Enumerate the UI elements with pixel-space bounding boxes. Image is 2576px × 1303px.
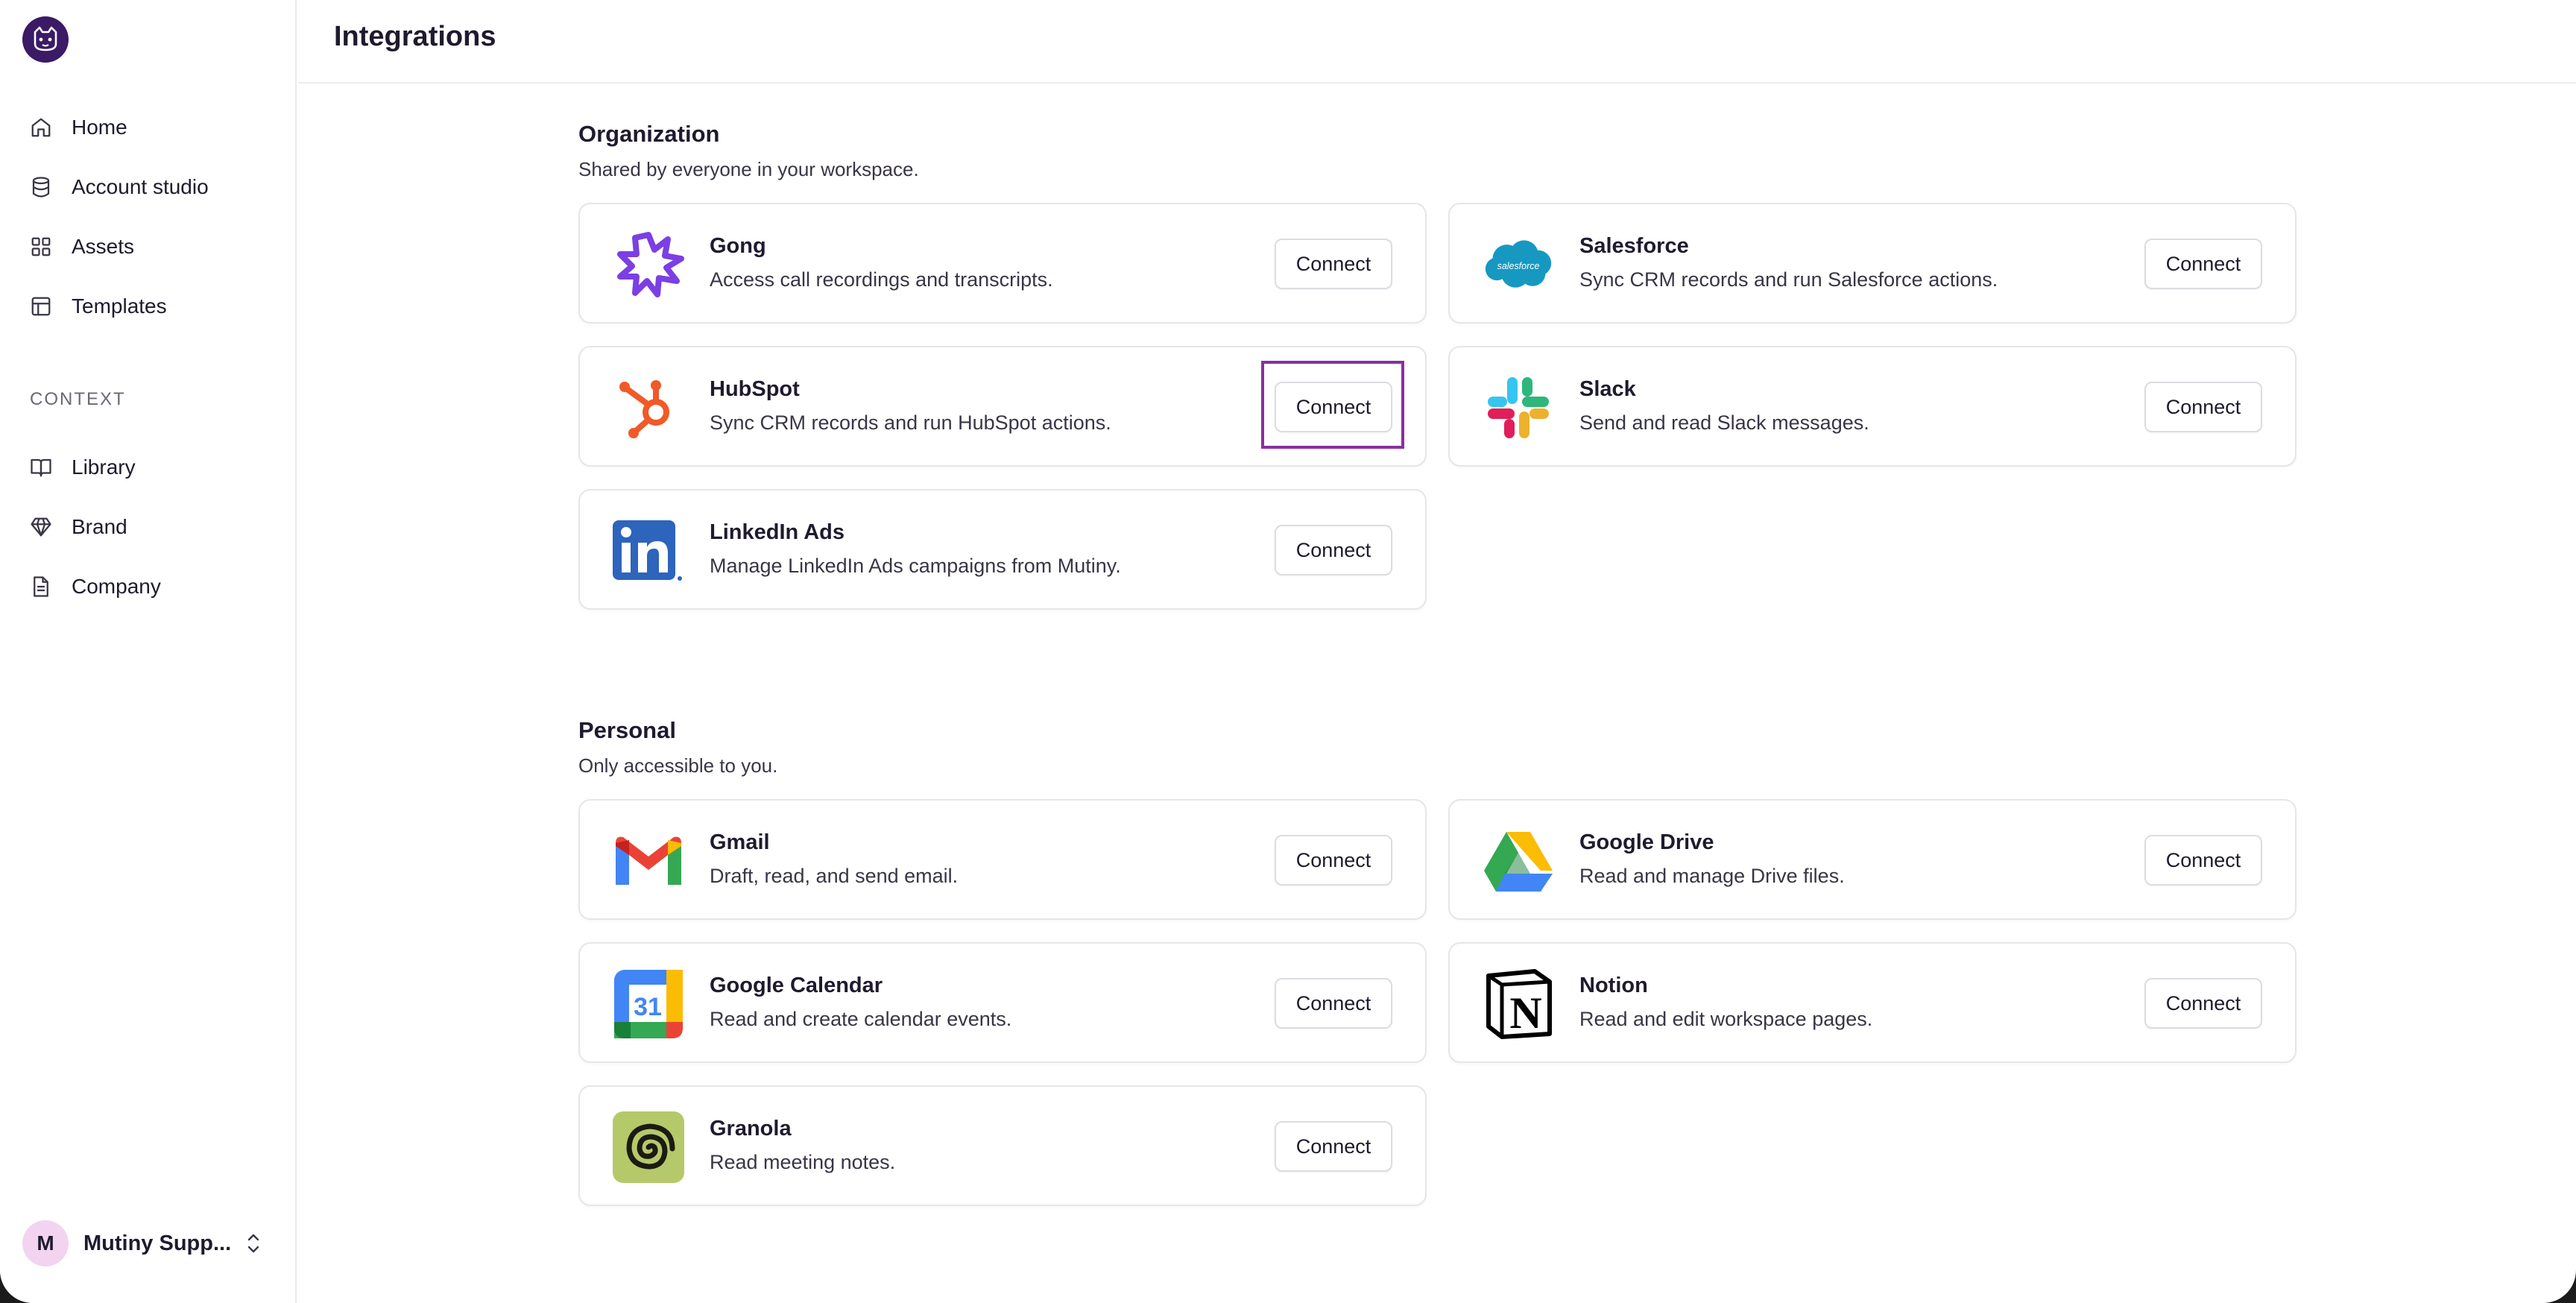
- integration-description: Manage LinkedIn Ads campaigns from Mutin…: [710, 555, 1121, 577]
- slack-logo: [1483, 372, 1554, 444]
- integration-card-google-calendar: 31 Google Calendar Read and create calen…: [578, 942, 1427, 1063]
- svg-text:salesforce: salesforce: [1497, 261, 1540, 271]
- sidebar-item-label: Assets: [72, 235, 135, 258]
- google-drive-logo: [1483, 825, 1554, 897]
- sidebar-item-label: Home: [72, 116, 127, 139]
- integration-name: Google Drive: [1579, 830, 1714, 854]
- app-window: Home Account studio Assets Templates CON…: [0, 0, 2576, 1303]
- integration-description: Draft, read, and send email.: [710, 865, 959, 887]
- sidebar-item-label: Templates: [72, 294, 167, 318]
- page-header: Integrations: [298, 0, 2576, 83]
- integration-card-granola: Granola Read meeting notes. Connect: [578, 1085, 1427, 1206]
- integration-description: Read meeting notes.: [710, 1151, 896, 1173]
- database-icon: [28, 174, 54, 200]
- focus-highlight: [1261, 361, 1404, 449]
- sidebar-item-assets[interactable]: Assets: [28, 224, 134, 269]
- book-icon: [28, 455, 54, 480]
- sidebar-item-label: Brand: [72, 515, 127, 538]
- gong-logo: [613, 229, 684, 300]
- avatar: M: [22, 1220, 69, 1266]
- integration-card-google-drive: Google Drive Read and manage Drive files…: [1448, 799, 2296, 920]
- integration-name: Slack: [1579, 377, 1636, 401]
- context-section-label: CONTEXT: [30, 389, 126, 409]
- sidebar-item-home[interactable]: Home: [28, 105, 127, 150]
- sidebar-item-templates[interactable]: Templates: [28, 284, 167, 329]
- calendar-date-text: 31: [634, 993, 662, 1021]
- sidebar-item-library[interactable]: Library: [28, 445, 136, 490]
- integration-card-gong: Gong Access call recordings and transcri…: [578, 203, 1427, 324]
- mutiny-logo[interactable]: [22, 16, 69, 63]
- connect-button-gong[interactable]: Connect: [1275, 239, 1392, 289]
- sidebar-item-company[interactable]: Company: [28, 564, 161, 609]
- page-title: Integrations: [334, 21, 496, 52]
- granola-logo: [613, 1111, 684, 1183]
- sidebar-item-brand[interactable]: Brand: [28, 505, 127, 549]
- integration-name: Gmail: [710, 830, 770, 854]
- notion-logo: N: [1483, 968, 1554, 1040]
- hubspot-logo: [613, 372, 684, 444]
- integration-card-notion: N Notion Read and edit workspace pages. …: [1448, 942, 2296, 1063]
- document-icon: [28, 574, 54, 599]
- sidebar-item-label: Library: [72, 455, 136, 479]
- connect-button-slack[interactable]: Connect: [2144, 382, 2262, 432]
- gmail-logo: [613, 825, 684, 897]
- integration-card-linkedin-ads: LinkedIn Ads Manage LinkedIn Ads campaig…: [578, 489, 1427, 610]
- integration-name: Gong: [710, 234, 766, 258]
- connect-button-salesforce[interactable]: Connect: [2144, 239, 2262, 289]
- integration-card-slack: Slack Send and read Slack messages. Conn…: [1448, 346, 2296, 467]
- integration-description: Sync CRM records and run Salesforce acti…: [1579, 268, 1998, 291]
- sidebar-item-account-studio[interactable]: Account studio: [28, 165, 209, 209]
- linkedin-logo: [613, 515, 684, 587]
- layout-icon: [28, 294, 54, 319]
- gem-icon: [28, 514, 54, 540]
- connect-button-notion[interactable]: Connect: [2144, 978, 2262, 1029]
- integration-description: Read and manage Drive files.: [1579, 865, 1845, 887]
- integration-name: HubSpot: [710, 377, 800, 401]
- integration-description: Send and read Slack messages.: [1579, 411, 1869, 434]
- user-menu[interactable]: M Mutiny Supp...: [22, 1220, 231, 1267]
- sidebar-item-label: Company: [72, 575, 161, 598]
- integration-description: Sync CRM records and run HubSpot actions…: [710, 411, 1111, 434]
- integration-name: LinkedIn Ads: [710, 520, 845, 544]
- home-icon: [28, 115, 54, 140]
- integration-name: Google Calendar: [710, 974, 883, 997]
- integration-name: Notion: [1579, 974, 1648, 997]
- connect-button-granola[interactable]: Connect: [1275, 1121, 1392, 1172]
- connect-button-linkedin-ads[interactable]: Connect: [1275, 525, 1392, 575]
- connect-button-gmail[interactable]: Connect: [1275, 835, 1392, 886]
- notion-letter: N: [1509, 988, 1541, 1038]
- integration-description: Access call recordings and transcripts.: [710, 268, 1053, 291]
- connect-button-google-calendar[interactable]: Connect: [1275, 978, 1392, 1029]
- salesforce-logo: salesforce: [1483, 229, 1554, 300]
- chevron-up-down-icon[interactable]: [239, 1225, 268, 1261]
- google-calendar-logo: 31: [613, 968, 684, 1040]
- integration-name: Salesforce: [1579, 234, 1689, 258]
- personal-section-title: Personal: [578, 717, 676, 743]
- personal-section-subtitle: Only accessible to you.: [578, 754, 778, 777]
- integration-card-salesforce: salesforce Salesforce Sync CRM records a…: [1448, 203, 2296, 324]
- integration-description: Read and edit workspace pages.: [1579, 1008, 1873, 1030]
- sidebar: Home Account studio Assets Templates CON…: [0, 0, 297, 1303]
- organization-section-title: Organization: [578, 121, 720, 147]
- connect-button-google-drive[interactable]: Connect: [2144, 835, 2262, 886]
- integration-card-gmail: Gmail Draft, read, and send email. Conne…: [578, 799, 1427, 920]
- integration-name: Granola: [710, 1117, 792, 1140]
- user-name: Mutiny Supp...: [83, 1231, 232, 1255]
- integration-description: Read and create calendar events.: [710, 1008, 1012, 1030]
- grid-icon: [28, 234, 54, 259]
- sidebar-item-label: Account studio: [72, 175, 209, 198]
- organization-section-subtitle: Shared by everyone in your workspace.: [578, 158, 919, 180]
